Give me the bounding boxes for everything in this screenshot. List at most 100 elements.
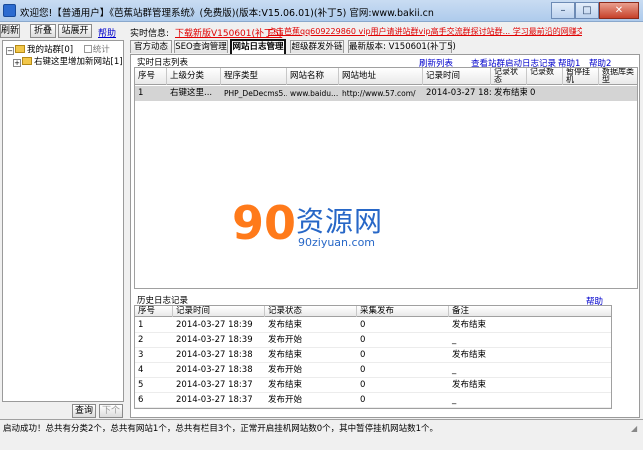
help-link[interactable]: 帮助 — [98, 26, 116, 39]
row-category: 右键这里... — [170, 88, 213, 98]
row-record-time: 2014-03-27 18:39 — [426, 88, 491, 98]
column-header[interactable]: 上级分类 — [167, 68, 221, 85]
row-record-time: 2014-03-27 18:38 — [176, 365, 253, 375]
column-header[interactable]: 网站地址 — [339, 68, 423, 85]
row-remark: _ — [452, 395, 457, 405]
tab-mass-links[interactable]: 超级群发外链 — [290, 40, 344, 53]
row-collect-publish: 0 — [360, 395, 366, 405]
row-record-status: 发布结束 — [494, 88, 527, 98]
row-collect-publish: 0 — [360, 320, 366, 330]
column-header[interactable]: 记录状态 — [491, 68, 527, 85]
row-index: 5 — [138, 380, 144, 390]
table-row[interactable]: 5 2014-03-27 18:37 发布结束 0 发布结束 — [135, 378, 611, 393]
row-collect-publish: 0 — [360, 350, 366, 360]
column-header[interactable]: 网站名称 — [287, 68, 339, 85]
watermark-text: 资源网 — [296, 205, 384, 238]
row-record-status: 发布开始 — [268, 395, 303, 405]
table-row[interactable]: 4 2014-03-27 18:38 发布开始 0 _ — [135, 363, 611, 378]
table-row[interactable]: 3 2014-03-27 18:38 发布结束 0 发布结束 — [135, 348, 611, 363]
toolbar: 刷新 折叠 站展开 帮助 实时信息: 下载新版V150601(补丁5) 点击芭蕉… — [0, 23, 643, 39]
history-log-table[interactable]: 序号 记录时间 记录状态 采集发布 备注 1 2014-03-27 18:39 发布… — [134, 305, 612, 409]
row-collect-publish: 0 — [360, 380, 366, 390]
column-header[interactable]: 序号 — [135, 68, 167, 85]
minimize-button[interactable]: – — [551, 2, 575, 19]
status-text: 启动成功！总共有分类2个，总共有网站1个，总共有栏目3个，正常开启挂机网站数0个… — [3, 424, 439, 434]
row-record-status: 发布开始 — [268, 365, 303, 375]
row-remark: _ — [452, 335, 457, 345]
row-index: 1 — [138, 88, 144, 98]
row-site-name: www.baidu... — [290, 89, 339, 98]
window-title: 欢迎您!【普通用户】《芭蕉站群管理系统》(免费版)(版本:V15.06.01)(… — [20, 8, 434, 19]
row-record-time: 2014-03-27 18:38 — [176, 350, 253, 360]
column-header[interactable]: 记录时间 — [173, 306, 265, 317]
site-tree[interactable]: − 我的站群[0] 统计 + 右键这里增加新网站[1] — [2, 40, 124, 402]
row-record-time: 2014-03-27 18:37 — [176, 380, 253, 390]
refresh-button[interactable]: 刷新 — [0, 24, 20, 38]
expand-button[interactable]: 站展开 — [58, 24, 92, 38]
row-remark: 发布结束 — [452, 320, 487, 330]
status-bar: 启动成功！总共有分类2个，总共有网站1个，总共有栏目3个，正常开启挂机网站数0个… — [0, 419, 643, 450]
row-record-status: 发布结束 — [268, 350, 303, 360]
window-controls: – □ ✕ — [551, 2, 639, 19]
download-new-version-link[interactable]: 下载新版V150601(补丁5) — [175, 26, 282, 39]
tab-seo-query[interactable]: SEO查询管理 — [174, 40, 228, 53]
realtime-info-label: 实时信息: — [130, 29, 170, 39]
expand-icon[interactable]: + — [13, 59, 21, 67]
column-header[interactable]: 记录状态 — [265, 306, 357, 317]
tree-root[interactable]: − 我的站群[0] 统计 — [6, 43, 110, 55]
resize-grip-icon[interactable]: ◢ — [631, 424, 641, 434]
maximize-button[interactable]: □ — [575, 2, 599, 19]
row-remark: 发布结束 — [452, 380, 487, 390]
table-row[interactable]: 1 2014-03-27 18:39 发布结束 0 发布结束 — [135, 318, 611, 333]
title-bar: 欢迎您!【普通用户】《芭蕉站群管理系统》(免费版)(版本:V15.06.01)(… — [0, 0, 643, 22]
row-record-status: 发布结束 — [268, 380, 303, 390]
row-record-time: 2014-03-27 18:39 — [176, 320, 253, 330]
collapse-button[interactable]: 折叠 — [30, 24, 56, 38]
column-header[interactable]: 备注 — [449, 306, 611, 317]
qq-group-link[interactable]: 点击芭蕉qq609229860 vip用户请讲站群vip高手交流群探讨站群...… — [268, 26, 582, 37]
row-remark: _ — [452, 365, 457, 375]
row-index: 4 — [138, 365, 144, 375]
row-index: 3 — [138, 350, 144, 360]
column-header[interactable]: 暂停挂机 — [563, 68, 599, 85]
stats-label: 统计 — [92, 45, 110, 55]
row-index: 2 — [138, 335, 144, 345]
row-site-url: http://www.57.com/ — [342, 89, 416, 98]
table-header: 序号 记录时间 记录状态 采集发布 备注 — [135, 306, 611, 317]
row-collect-publish: 0 — [360, 335, 366, 345]
watermark: 90 资源网 90ziyuan.com — [232, 196, 412, 262]
table-row[interactable]: 2 2014-03-27 18:39 发布开始 0 _ — [135, 333, 611, 348]
close-button[interactable]: ✕ — [599, 2, 639, 19]
watermark-url: 90ziyuan.com — [298, 236, 376, 249]
column-header[interactable]: 数据库类型 — [599, 68, 637, 85]
table-row[interactable]: 1 右键这里... PHP_DeDecms5... www.baidu... h… — [135, 86, 637, 101]
column-header[interactable]: 记录时间 — [423, 68, 491, 85]
row-collect-publish: 0 — [360, 365, 366, 375]
table-header: 序号 上级分类 程序类型 网站名称 网站地址 记录时间 记录状态 记录数 暂停挂… — [135, 68, 637, 85]
next-button[interactable]: 下个 — [99, 404, 123, 418]
tree-item-add-site[interactable]: + 右键这里增加新网站[1] — [13, 55, 123, 67]
query-button[interactable]: 查询 — [72, 404, 96, 418]
column-header[interactable]: 采集发布 — [357, 306, 449, 317]
row-record-time: 2014-03-27 18:39 — [176, 335, 253, 345]
column-header[interactable]: 程序类型 — [221, 68, 287, 85]
row-index: 6 — [138, 395, 144, 405]
row-record-status: 发布开始 — [268, 335, 303, 345]
stats-checkbox[interactable] — [83, 45, 92, 53]
tab-latest-version[interactable]: 最新版本: V150601(补丁5) — [348, 40, 456, 53]
column-header[interactable]: 记录数 — [527, 68, 563, 85]
row-program-type: PHP_DeDecms5... — [224, 89, 287, 98]
left-panel: − 我的站群[0] 统计 + 右键这里增加新网站[1] — [0, 40, 126, 418]
row-record-status: 发布结束 — [268, 320, 303, 330]
row-record-time: 2014-03-27 18:37 — [176, 395, 253, 405]
tab-official-news[interactable]: 官方动态 — [130, 40, 172, 53]
table-row[interactable]: 6 2014-03-27 18:37 发布开始 0 _ — [135, 393, 611, 408]
row-remark: 发布结束 — [452, 350, 487, 360]
collapse-icon[interactable]: − — [6, 47, 14, 55]
watermark-logo: 90 — [232, 196, 297, 250]
tab-site-log[interactable]: 网站日志管理 — [230, 39, 286, 54]
folder-icon — [22, 57, 32, 65]
row-record-count: 0 — [530, 88, 536, 98]
column-header[interactable]: 序号 — [135, 306, 173, 317]
folder-icon — [15, 45, 25, 53]
